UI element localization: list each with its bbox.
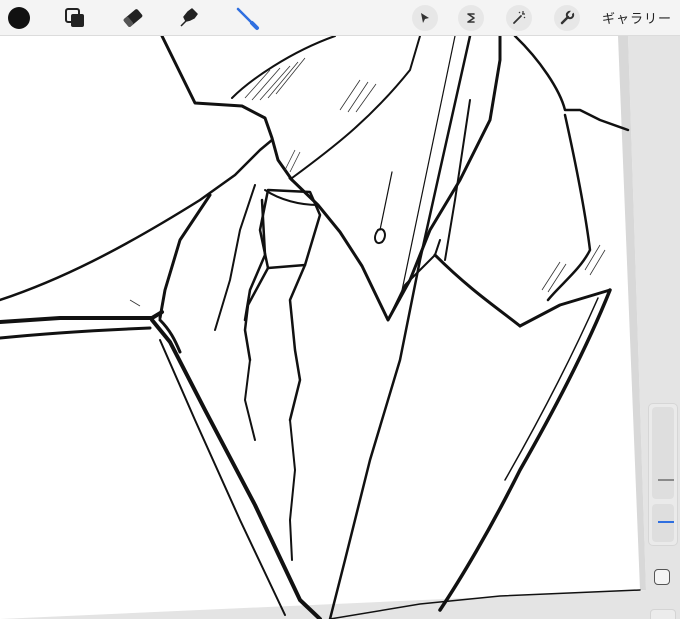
sidebar-sliders [648,403,678,546]
brush-size-slider[interactable] [652,407,674,499]
adjustments-button[interactable] [506,5,532,31]
magic-wand-icon [513,11,526,24]
opacity-handle[interactable] [658,521,674,523]
layers-button[interactable] [62,5,88,31]
color-swatch-button[interactable] [6,5,32,31]
smudge-button[interactable] [176,5,202,31]
selection-s-icon [467,13,475,23]
actions-button[interactable] [554,5,580,31]
opacity-slider[interactable] [652,504,674,542]
filled-circle-icon [8,7,30,29]
gallery-link[interactable]: ギャラリー [602,8,672,27]
procreate-app: ギャラリー [0,0,680,619]
selection-button[interactable] [458,5,484,31]
modify-square-button[interactable] [654,569,670,585]
transform-button[interactable] [412,5,438,31]
eraser-button[interactable] [120,5,146,31]
wrench-icon [560,10,575,25]
brush-button[interactable] [234,5,260,31]
cursor-arrow-icon [421,13,429,23]
line-art-drawing [0,0,680,619]
brush-icon [236,7,259,30]
layers-icon [65,8,84,27]
eraser-icon [123,9,143,27]
smudge-icon [180,8,198,27]
drawing-canvas[interactable] [0,0,680,619]
brush-size-handle[interactable] [658,479,674,481]
top-toolbar: ギャラリー [0,0,680,36]
undo-button[interactable] [650,609,676,619]
